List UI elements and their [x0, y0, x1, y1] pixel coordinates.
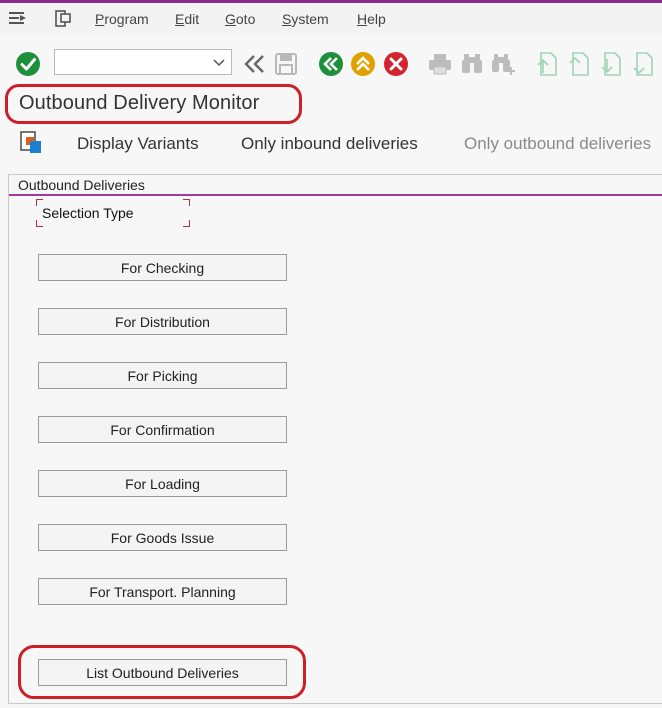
- system-toolbar: [0, 40, 662, 86]
- for-checking-button[interactable]: For Checking: [38, 254, 287, 281]
- selection-type-label: Selection Type: [42, 205, 134, 221]
- for-goods-issue-button[interactable]: For Goods Issue: [38, 524, 287, 551]
- menu-edit[interactable]: Edit: [175, 11, 199, 27]
- group-corner-tr: [183, 199, 190, 206]
- for-distribution-button[interactable]: For Distribution: [38, 308, 287, 335]
- for-picking-button[interactable]: For Picking: [38, 362, 287, 389]
- exit-icon[interactable]: [350, 51, 376, 77]
- menu-help-rest: elp: [367, 11, 386, 27]
- chevron-down-icon[interactable]: [213, 56, 225, 68]
- menu-system[interactable]: System: [282, 11, 329, 27]
- menu-goto[interactable]: Goto: [225, 11, 255, 27]
- previous-page-icon: [569, 52, 589, 76]
- panel-bottom-border: [8, 703, 662, 704]
- group-corner-bl: [36, 220, 43, 227]
- find-icon: [462, 54, 482, 73]
- print-icon: [429, 54, 451, 75]
- only-outbound-deliveries-button: Only outbound deliveries: [464, 134, 652, 153]
- cancel-icon[interactable]: [383, 51, 409, 77]
- save-icon: [275, 53, 297, 75]
- title-highlight-ring: [5, 84, 302, 124]
- list-button-highlight-ring: [18, 645, 306, 699]
- menu-help[interactable]: Help: [357, 11, 386, 27]
- find-next-icon: [492, 54, 515, 75]
- only-inbound-deliveries-button[interactable]: Only inbound deliveries: [241, 134, 418, 154]
- title-bar: Outbound Delivery Monitor: [0, 84, 662, 124]
- display-variants-button[interactable]: Display Variants: [77, 134, 199, 154]
- next-page-icon: [601, 52, 621, 76]
- panel-title-underline: [9, 194, 662, 196]
- for-confirmation-button[interactable]: For Confirmation: [38, 416, 287, 443]
- command-field-collapse-icon[interactable]: [242, 51, 268, 77]
- selection-type-group: Selection Type: [36, 199, 190, 227]
- command-field[interactable]: [54, 49, 232, 75]
- first-page-icon: [537, 52, 557, 76]
- panel-title: Outbound Deliveries: [18, 177, 145, 193]
- for-loading-button[interactable]: For Loading: [38, 470, 287, 497]
- exit-menu-icon[interactable]: [8, 10, 28, 28]
- outbound-deliveries-panel: Outbound Deliveries Selection Type For C…: [8, 174, 662, 704]
- back-icon[interactable]: [318, 51, 344, 77]
- group-corner-br: [183, 220, 190, 227]
- menu-system-rest: ystem: [291, 11, 329, 27]
- menu-goto-rest: oto: [235, 11, 256, 27]
- menu-edit-rest: dit: [184, 11, 200, 27]
- menu-program-rest: rogram: [104, 11, 149, 27]
- last-page-icon: [633, 52, 653, 76]
- application-toolbar: Display Variants Only inbound deliveries…: [0, 124, 662, 164]
- menu-bar: Program Edit Goto System Help: [0, 3, 662, 35]
- enter-icon[interactable]: [15, 51, 41, 77]
- display-variants-icon[interactable]: [19, 131, 43, 155]
- menu-program[interactable]: Program: [95, 11, 149, 27]
- customize-layout-icon[interactable]: [54, 10, 74, 28]
- for-transport-planning-button[interactable]: For Transport. Planning: [38, 578, 287, 605]
